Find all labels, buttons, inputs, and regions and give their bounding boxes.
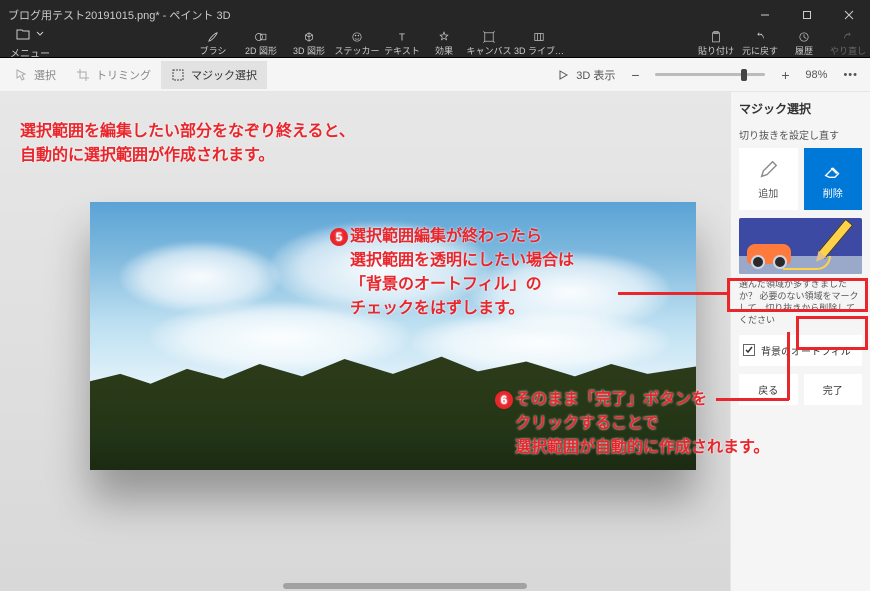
canvas-area[interactable] (0, 92, 730, 591)
tool-3d-shape[interactable]: 3D 図形 (286, 30, 332, 57)
zoom-value: 98% (805, 69, 827, 81)
window-controls (744, 0, 870, 30)
paste-icon (709, 30, 723, 44)
menu-button[interactable]: メニュー (0, 30, 60, 57)
tool-sticker[interactable]: ステッカー (334, 30, 380, 57)
svg-text:T: T (399, 33, 405, 44)
canvas-image (90, 202, 696, 470)
undo-button[interactable]: 元に戻す (738, 30, 782, 57)
shape-2d-icon (254, 30, 268, 44)
hint-illustration (739, 218, 862, 274)
maximize-button[interactable] (786, 0, 828, 30)
tool-2d-shape[interactable]: 2D 図形 (238, 30, 284, 57)
text-icon: T (395, 30, 409, 44)
tool-effects[interactable]: 効果 (424, 30, 464, 57)
play-icon (556, 68, 570, 82)
more-button[interactable]: ••• (837, 69, 864, 81)
zoom-slider[interactable] (655, 73, 765, 76)
panel-title: マジック選択 (739, 100, 862, 117)
redo-button[interactable]: やり直し (826, 30, 870, 57)
redo-icon (841, 30, 855, 44)
cursor-icon (14, 68, 28, 82)
second-toolbar: 選択 トリミング マジック選択 3D 表示 − + 98% ••• (0, 58, 870, 92)
tool-text[interactable]: T テキスト (382, 30, 422, 57)
select-button[interactable]: 選択 (4, 61, 66, 89)
pencil-icon (757, 159, 779, 181)
titlebar: ブログ用テスト20191015.png* - ペイント 3D (0, 0, 870, 30)
magic-select-button[interactable]: マジック選択 (161, 61, 267, 89)
zoom-in-button[interactable]: + (775, 67, 795, 83)
crop-icon (76, 68, 90, 82)
scrollbar-thumb[interactable] (283, 583, 527, 589)
tool-brush[interactable]: ブラシ (190, 30, 236, 57)
remove-tool[interactable]: 削除 (804, 148, 863, 210)
folder-icon (16, 27, 30, 41)
autofill-checkbox[interactable]: 背景のオートフィル (739, 335, 862, 366)
tool-3d-library[interactable]: 3D ライブ… (514, 30, 564, 57)
view-3d-button[interactable]: 3D 表示 (546, 63, 625, 87)
toolbar-right: 貼り付け 元に戻す 履歴 やり直し (694, 30, 870, 57)
zoom-controls: − + 98% ••• (625, 67, 870, 83)
magic-select-panel: マジック選択 切り抜きを設定し直す 追加 削除 選んだ領域が多すぎましたか？ 必… (730, 92, 870, 591)
history-button[interactable]: 履歴 (782, 30, 826, 57)
main-toolbar: メニュー ブラシ 2D 図形 3D 図形 ステッカー T テキスト 効果 キ (0, 30, 870, 58)
toolbar-strip: ブラシ 2D 図形 3D 図形 ステッカー T テキスト 効果 キャンバス 3D (60, 30, 694, 57)
undo-icon (753, 30, 767, 44)
canvas-icon (482, 30, 496, 44)
trimming-button[interactable]: トリミング (66, 61, 161, 89)
zoom-out-button[interactable]: − (625, 67, 645, 83)
close-button[interactable] (828, 0, 870, 30)
menu-label: メニュー (10, 45, 50, 60)
panel-subtitle: 切り抜きを設定し直す (739, 127, 862, 142)
horizontal-scrollbar[interactable] (100, 583, 710, 589)
eraser-icon (822, 159, 844, 181)
history-icon (797, 30, 811, 44)
effects-icon (437, 30, 451, 44)
magic-select-icon (171, 68, 185, 82)
brush-icon (206, 30, 220, 44)
minimize-button[interactable] (744, 0, 786, 30)
hint-text: 選んだ領域が多すぎましたか？ 必要のない領域をマークして、切り抜きから削除してく… (739, 278, 862, 327)
autofill-label: 背景のオートフィル (761, 343, 851, 358)
done-button[interactable]: 完了 (804, 374, 863, 405)
paste-button[interactable]: 貼り付け (694, 30, 738, 57)
canvas[interactable] (90, 202, 696, 470)
back-button[interactable]: 戻る (739, 374, 798, 405)
add-tool[interactable]: 追加 (739, 148, 798, 210)
checkbox-icon (743, 344, 755, 356)
tool-canvas[interactable]: キャンバス (466, 30, 512, 57)
shape-3d-icon (302, 30, 316, 44)
sticker-icon (350, 30, 364, 44)
window-title: ブログ用テスト20191015.png* - ペイント 3D (8, 7, 744, 23)
zoom-slider-thumb[interactable] (741, 69, 747, 81)
chevron-down-icon (36, 30, 44, 38)
library-3d-icon (532, 30, 546, 44)
